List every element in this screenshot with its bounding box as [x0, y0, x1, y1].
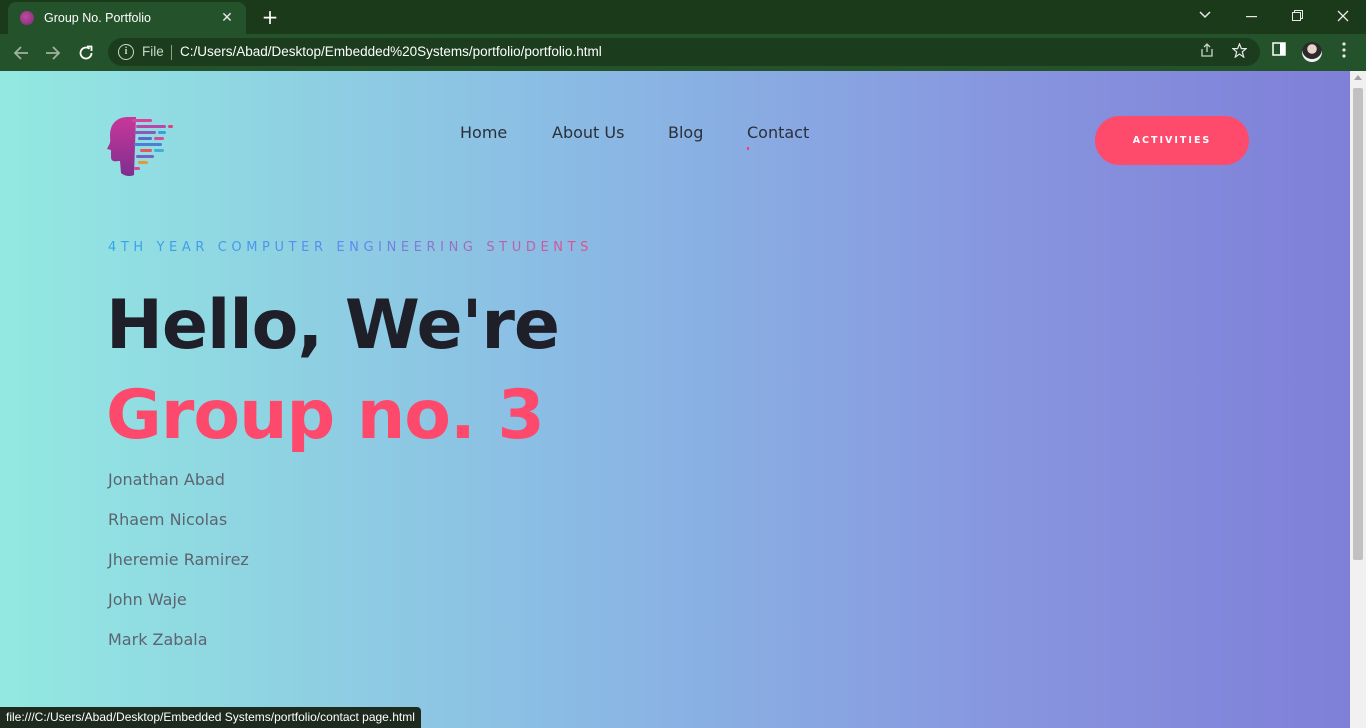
kebab-menu-icon[interactable] [1334, 42, 1354, 62]
restore-button[interactable] [1274, 0, 1320, 32]
reload-icon [79, 45, 93, 60]
tab-search-button[interactable] [1182, 0, 1228, 32]
minimize-icon [1245, 16, 1257, 18]
url-text[interactable]: C:/Users/Abad/Desktop/Embedded%20Systems… [180, 44, 602, 59]
list-item: Jonathan Abad [108, 470, 225, 489]
member-list: Jonathan Abad Rhaem Nicolas Jheremie Ram… [108, 470, 249, 670]
browser-tab[interactable]: Group No. Portfolio ✕ [8, 2, 246, 34]
tab-title: Group No. Portfolio [44, 11, 151, 25]
omnibox-divider [171, 45, 172, 60]
scroll-thumb[interactable] [1353, 88, 1363, 560]
hero-eyebrow: 4TH YEAR COMPUTER ENGINEERING STUDENTS [108, 240, 593, 255]
security-label: File [142, 44, 164, 59]
browser-titlebar: Group No. Portfolio ✕ + [0, 0, 1366, 34]
minimize-button[interactable] [1228, 0, 1274, 32]
logo-icon [20, 11, 34, 25]
forward-arrow-icon [46, 46, 61, 60]
hero-heading-line1: Hello, We're [106, 286, 560, 365]
list-item: Mark Zabala [108, 630, 208, 649]
tab-close-icon[interactable]: ✕ [218, 10, 236, 26]
forward-button[interactable] [40, 40, 66, 66]
status-bar-link-preview: file:///C:/Users/Abad/Desktop/Embedded S… [0, 707, 421, 728]
back-button[interactable] [8, 40, 34, 66]
list-item: Jheremie Ramirez [108, 550, 249, 569]
browser-toolbar: i File C:/Users/Abad/Desktop/Embedded%20… [0, 34, 1366, 71]
nav-contact[interactable]: Contact [747, 123, 809, 142]
hero-heading-line2: Group no. 3 [106, 376, 545, 455]
page-viewport: Home About Us Blog Contact ACTIVITIES 4T… [0, 71, 1350, 728]
scroll-up-arrow-icon[interactable] [1354, 75, 1362, 80]
activities-button[interactable]: ACTIVITIES [1095, 116, 1249, 165]
side-panel-icon[interactable] [1269, 42, 1289, 62]
page-scrollbar[interactable] [1350, 71, 1366, 728]
share-icon[interactable] [1197, 43, 1217, 63]
nav-about-us[interactable]: About Us [552, 123, 624, 142]
address-bar[interactable]: i File C:/Users/Abad/Desktop/Embedded%20… [108, 38, 1260, 66]
close-window-button[interactable] [1320, 0, 1366, 32]
nav-home[interactable]: Home [460, 123, 507, 142]
reload-button[interactable] [73, 40, 99, 66]
new-tab-button[interactable]: + [258, 5, 282, 29]
info-icon[interactable]: i [118, 44, 134, 60]
avatar[interactable] [1302, 42, 1322, 62]
logo-icon[interactable] [106, 115, 176, 179]
close-icon [1337, 10, 1349, 22]
star-icon[interactable] [1229, 42, 1249, 63]
list-item: John Waje [108, 590, 187, 609]
nav-blog[interactable]: Blog [668, 123, 703, 142]
back-arrow-icon [13, 46, 28, 60]
list-item: Rhaem Nicolas [108, 510, 228, 529]
nav-active-indicator [747, 147, 749, 150]
chevron-down-icon [1199, 11, 1211, 19]
restore-icon [1291, 10, 1303, 21]
